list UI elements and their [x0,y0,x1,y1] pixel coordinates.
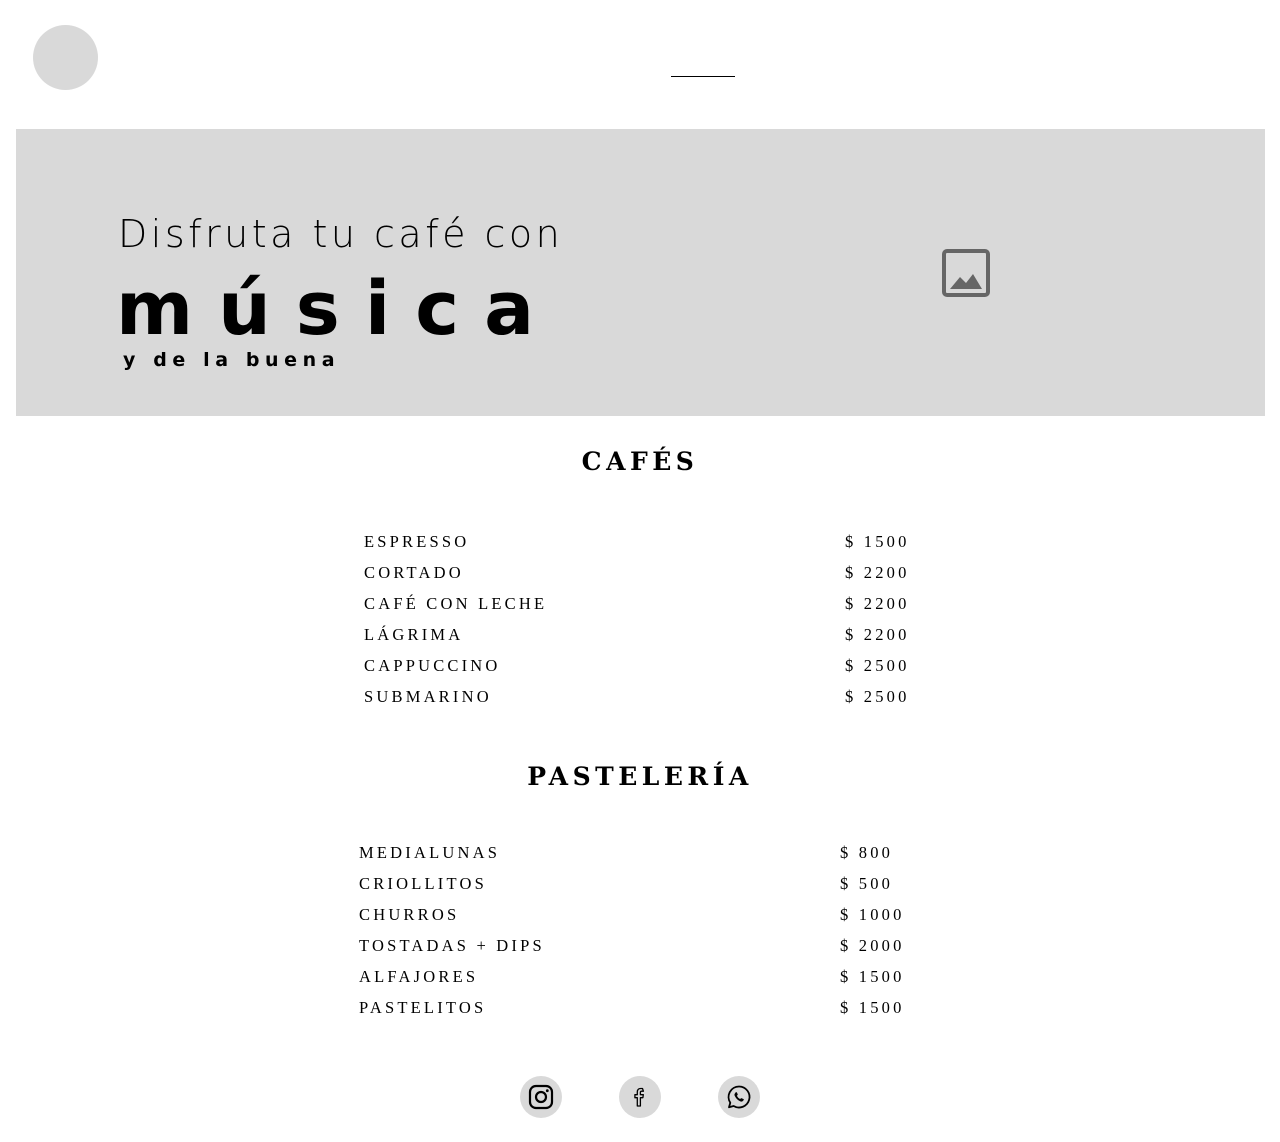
hero-banner: Disfruta tu café con música y de la buen… [16,129,1265,416]
menu-item-name: CAFÉ CON LECHE [364,594,548,613]
menu-item: LÁGRIMA $ 2200 [364,623,944,647]
menu-item-price: $ 1500 [840,967,905,986]
logo[interactable] [33,25,98,90]
section-title-pasteleria: PASTELERÍA [527,762,753,791]
nav-active-underline [671,76,735,77]
hero-title: música [116,266,560,352]
facebook-button[interactable] [619,1076,661,1118]
menu-item-name: CAPPUCCINO [364,656,501,675]
menu-item: TOSTADAS + DIPS $ 2000 [359,934,939,958]
facebook-icon [634,1087,645,1107]
image-placeholder-icon [942,249,990,297]
menu-item-price: $ 800 [840,843,894,862]
menu-item-price: $ 2000 [840,936,905,955]
menu-item: CORTADO $ 2200 [364,561,944,585]
menu-item-name: TOSTADAS + DIPS [359,936,545,955]
whatsapp-button[interactable] [718,1076,760,1118]
section-title-cafes: CAFÉS [581,447,699,476]
menu-item-name: LÁGRIMA [364,625,464,644]
menu-item-price: $ 1500 [840,998,905,1017]
menu-item: CRIOLLITOS $ 500 [359,872,939,896]
menu-item-name: CRIOLLITOS [359,874,487,893]
menu-item-name: SUBMARINO [364,687,492,706]
whatsapp-icon [727,1085,751,1109]
hero-headline: Disfruta tu café con [118,212,564,256]
instagram-button[interactable] [520,1076,562,1118]
menu-item-price: $ 2200 [845,625,910,644]
menu-item-name: MEDIALUNAS [359,843,501,862]
menu-item: SUBMARINO $ 2500 [364,685,944,709]
menu-item-name: CORTADO [364,563,464,582]
menu-item-price: $ 1500 [845,532,910,551]
hero-subtitle: y de la buena [123,349,341,371]
menu-item-price: $ 500 [840,874,894,893]
menu-item: ESPRESSO $ 1500 [364,530,944,554]
instagram-icon [528,1084,554,1110]
menu-item: CHURROS $ 1000 [359,903,939,927]
menu-item: CAPPUCCINO $ 2500 [364,654,944,678]
menu-item-price: $ 2200 [845,563,910,582]
menu-item: CAFÉ CON LECHE $ 2200 [364,592,944,616]
menu-item-name: ALFAJORES [359,967,479,986]
menu-item-name: ESPRESSO [364,532,470,551]
menu-item: PASTELITOS $ 1500 [359,996,939,1020]
menu-item-price: $ 2500 [845,687,910,706]
menu-item: MEDIALUNAS $ 800 [359,841,939,865]
menu-item-name: CHURROS [359,905,460,924]
menu-item: ALFAJORES $ 1500 [359,965,939,989]
menu-item-price: $ 2500 [845,656,910,675]
menu-item-price: $ 2200 [845,594,910,613]
menu-item-name: PASTELITOS [359,998,487,1017]
menu-item-price: $ 1000 [840,905,905,924]
